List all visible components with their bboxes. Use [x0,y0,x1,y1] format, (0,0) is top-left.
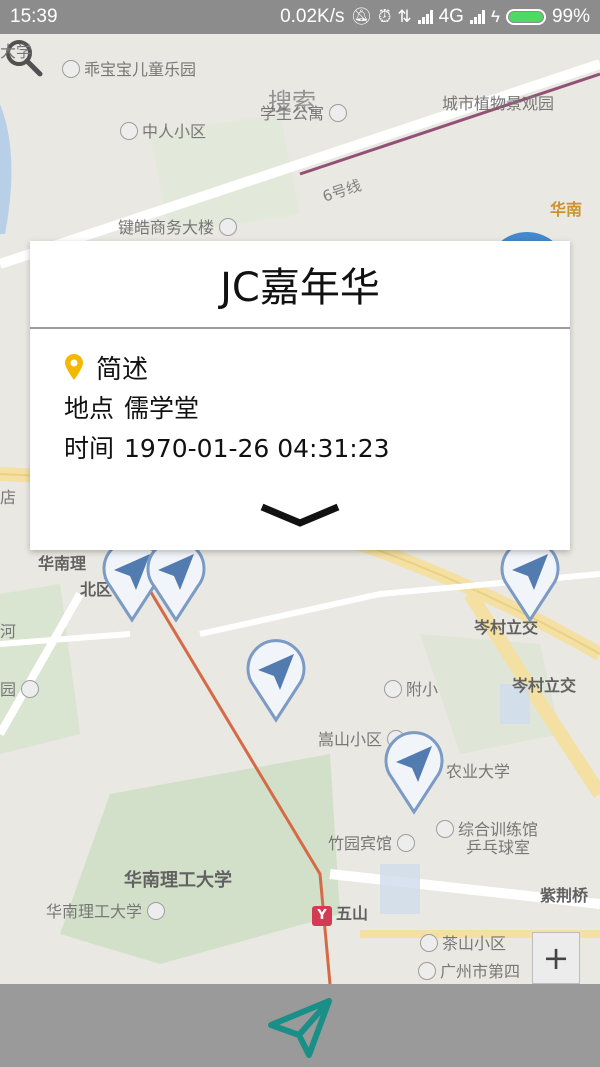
poi-icon [62,60,80,78]
map-label: 城市植物景观园 [442,90,554,114]
poi-icon [147,902,166,920]
map-label: 岑村立交 [512,676,577,695]
map-label-text: 广州市第四 [440,962,521,981]
status-bar: 15:39 0.02K/s 🔕︎ ⏰︎ ⇅ 4G ϟ 99% [0,0,600,34]
map-label: 河 [0,622,17,641]
poi-icon [384,680,402,698]
map-label: 农业大学 [446,762,511,781]
map-label-text: 附小 [406,680,439,699]
battery-percent: 99% [551,6,590,27]
map-label: 华南理 [38,554,87,573]
map-label: 华南理工大学 [46,898,169,922]
metro-station-label: Y 五山 [312,900,368,926]
map-label-text: 学生公寓 [260,104,325,123]
location-label: 地点 [64,394,115,423]
map-label: 园 [0,676,43,700]
poi-icon [436,820,454,838]
map-label: 竹园宾馆 [328,830,419,854]
map-label: 乖宝宝儿童乐园 [62,56,196,80]
time-value: 1970-01-26 04:31:23 [124,434,390,463]
map-label-text: 华南理工大学 [46,902,143,921]
map-label: 华南 [550,200,583,219]
alarm-icon: ⏰︎ [378,7,392,26]
map-label: 学生公寓 [260,100,351,124]
bottom-bar [0,984,600,1067]
event-marker[interactable] [240,634,312,724]
charging-icon: ϟ [490,7,500,26]
event-popup-card: JC嘉年华 简述 地点 儒学堂 时间 1970-01-26 04:31:23 [30,241,570,550]
zoom-in-button[interactable]: + [532,932,580,984]
poi-icon [329,104,348,122]
location-pin-icon [65,354,83,380]
map-label: 广州市第四 [418,958,520,982]
map-label: 附小 [384,676,438,700]
map-label: 中人小区 [120,118,206,142]
time-label: 时间 [64,434,115,463]
location-row: 地点 儒学堂 [64,389,536,429]
event-details: 简述 地点 儒学堂 时间 1970-01-26 04:31:23 [30,329,570,469]
poi-icon [397,834,416,852]
map-label-text: 城市植物景观园 [442,94,555,113]
battery-icon [505,9,546,25]
summary-header: 简述 [64,345,536,389]
event-marker[interactable] [378,726,450,816]
battery-fill [508,12,543,22]
status-indicators: 0.02K/s 🔕︎ ⏰︎ ⇅ 4G ϟ 99% [280,6,590,28]
signal-strength-icon-2 [469,10,485,24]
mute-icon: 🔕︎ [350,7,373,26]
map-label: 乒乓球室 [466,838,531,857]
poi-icon [21,680,40,698]
poi-icon [120,122,138,140]
map-label-text: 嵩山小区 [318,730,383,749]
map-label-text: 茶山小区 [442,934,507,953]
data-transfer-icon: ⇅ [397,7,412,26]
poi-icon [418,962,436,980]
poi-icon [219,218,238,236]
signal-strength-icon [417,10,433,24]
map-label-text: 乖宝宝儿童乐园 [84,60,197,79]
time-row: 时间 1970-01-26 04:31:23 [64,429,536,469]
map-label-text: 园 [0,680,17,699]
map-label: 华南理工大学 [124,870,232,891]
map-label-text: 竹园宾馆 [328,834,393,853]
map-label: 店 [0,488,17,507]
chevron-down-icon[interactable] [260,501,340,531]
network-speed: 0.02K/s [280,6,345,27]
poi-icon [420,934,438,952]
network-type: 4G [438,6,464,27]
event-title: JC嘉年华 [220,265,380,311]
summary-title: 简述 [96,354,149,385]
status-time: 15:39 [10,6,58,27]
map-label-text: 中人小区 [142,122,207,141]
location-value: 儒学堂 [124,394,200,423]
map-label: 茶山小区 [420,930,506,954]
map-label: 紫荆桥 [540,886,589,905]
map-label: 键皓商务大楼 [118,214,241,238]
map-label: 大学 [0,42,33,61]
metro-icon: Y [312,906,332,926]
send-icon[interactable] [265,991,335,1061]
map-label-text: 键皓商务大楼 [118,218,215,237]
map-label-text: 五山 [336,904,369,923]
